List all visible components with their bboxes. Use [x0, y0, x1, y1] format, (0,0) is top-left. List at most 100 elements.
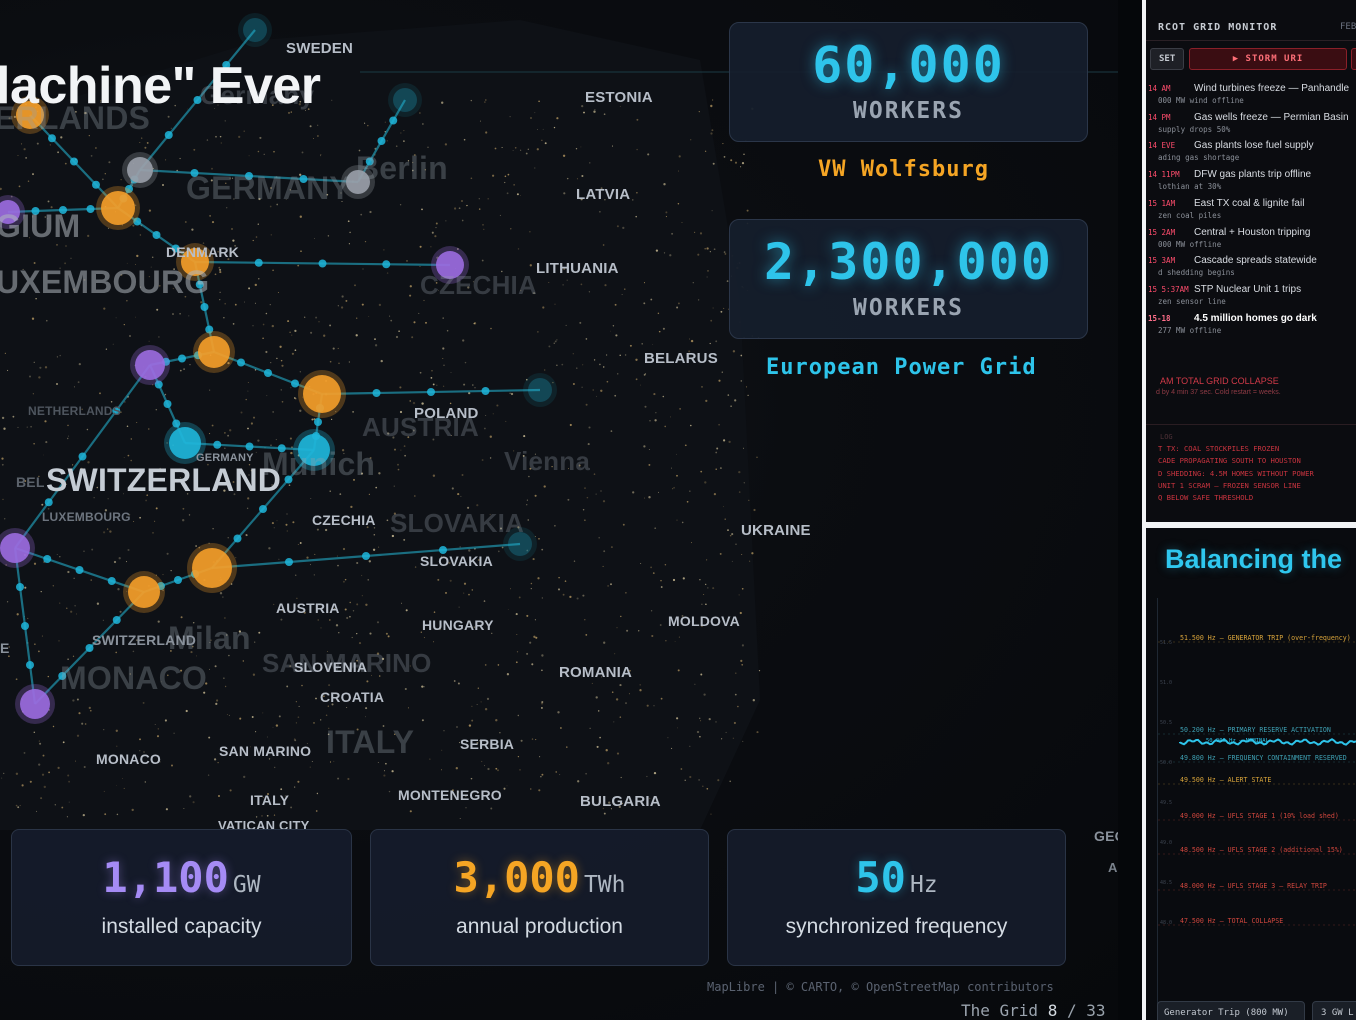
- event-time: 14 PM: [1148, 112, 1171, 122]
- y-tick: 48.0: [1160, 920, 1173, 926]
- map-label-bulgaria: BULGARIA: [580, 793, 661, 810]
- frequency-unit: Hz: [909, 871, 938, 898]
- map-label-a-edge: A: [1108, 860, 1118, 875]
- map-label-denmark: DENMARK: [166, 244, 239, 260]
- production-unit: TWh: [583, 871, 626, 898]
- event-time: 15-18: [1148, 313, 1171, 323]
- map-label-ukraine: UKRAINE: [741, 522, 811, 539]
- map-label-e-edge: E: [0, 640, 10, 656]
- ercot-event-row[interactable]: 15 1AM East TX coal & lignite fail zen coa…: [1146, 198, 1356, 220]
- threshold-label: 48.000 Hz — UFLS STAGE 3 — RELAY TRIP: [1180, 882, 1327, 890]
- map-label-belgium-ghost: GIUM: [0, 208, 81, 244]
- ercot-event-row[interactable]: 15-18 4.5 million homes go dark 277 MW off…: [1146, 313, 1356, 335]
- event-text: Gas plants lose fuel supply: [1194, 140, 1314, 152]
- map-label-monaco-ghost: MONACO: [60, 660, 207, 696]
- map-label-netherlands-small: NETHERLANDS: [28, 404, 121, 418]
- map-label-berlin-ghost: Berlin: [356, 150, 448, 186]
- y-tick: 50.0: [1160, 760, 1173, 766]
- event-time: 14 11PM: [1148, 170, 1180, 180]
- production-card: 3,000 TWh annual production: [370, 829, 709, 966]
- pager-current: 8: [1047, 1001, 1058, 1020]
- european-grid-label: European Power Grid: [766, 355, 1037, 380]
- event-time: 14 AM: [1148, 84, 1171, 93]
- map-label-czechia-ghost: CZECHIA: [420, 270, 537, 300]
- event-text: East TX coal & lignite fail: [1194, 197, 1305, 209]
- map-label-geo-edge: GEO: [1094, 828, 1118, 844]
- pager-name: The Grid: [961, 1001, 1039, 1020]
- map-label-lithuania: LITHUANIA: [536, 260, 619, 277]
- map-label-monaco: MONACO: [96, 751, 161, 767]
- ercot-event-row[interactable]: 14 AM Wind turbines freeze — Panhandle 000…: [1146, 83, 1356, 105]
- map-label-italy-ghost: ITALY: [326, 724, 415, 760]
- reset-button[interactable]: SET: [1150, 48, 1184, 70]
- y-tick: 50.5: [1160, 720, 1173, 726]
- map-attribution[interactable]: MapLibre | © CARTO, © OpenStreetMap cont…: [707, 980, 1054, 994]
- vw-wolfsburg-label: VW Wolfsburg: [818, 157, 989, 182]
- event-text: Gas wells freeze — Permian Basin: [1194, 111, 1349, 123]
- event-subtext: d shedding begins: [1158, 268, 1235, 278]
- event-subtext: lothian at 30%: [1158, 182, 1222, 192]
- gw-loss-button[interactable]: 3 GW L: [1312, 1001, 1356, 1020]
- ercot-event-row[interactable]: 15 2AM Central + Houston tripping 000 MW o…: [1146, 227, 1356, 249]
- pager-total: 33: [1086, 1001, 1106, 1020]
- collapse-title: AM TOTAL GRID COLLAPSE: [1160, 376, 1279, 386]
- map-label-latvia: LATVIA: [576, 186, 631, 203]
- map-label-luxembourg-ghost: UXEMBOURG: [0, 264, 210, 300]
- threshold-label: 48.500 Hz — UFLS STAGE 2 (additional 15%…: [1180, 846, 1343, 854]
- threshold-label: 49.800 Hz — FREQUENCY CONTAINMENT RESERV…: [1180, 754, 1347, 762]
- map-label-moldova: MOLDOVA: [668, 613, 740, 629]
- log-line: T TX: COAL STOCKPILES FROZEN: [1158, 444, 1280, 453]
- ercot-event-row[interactable]: 14 11PM DFW gas plants trip offline lothia…: [1146, 169, 1356, 191]
- map-label-poland: POLAND: [414, 405, 479, 422]
- vw-workers-value: 60,000: [812, 36, 1005, 94]
- event-subtext: zen sensor line: [1158, 296, 1226, 306]
- event-time: 15 2AM: [1148, 227, 1176, 237]
- map-label-romania: ROMANIA: [559, 664, 633, 681]
- storm-uri-button[interactable]: ▶ STORM URI: [1189, 48, 1347, 70]
- event-text: 4.5 million homes go dark: [1194, 312, 1317, 324]
- event-time: 15 5:37AM: [1148, 284, 1189, 294]
- log-label: LOG: [1160, 433, 1173, 441]
- map-label-germany-ghost: GERMANY: [186, 170, 351, 206]
- map-label-serbia: SERBIA: [460, 736, 515, 752]
- grid-workers-value: 2,300,000: [764, 233, 1053, 291]
- threshold-label: 47.500 Hz — TOTAL COLLAPSE: [1180, 917, 1284, 925]
- vw-workers-unit: WORKERS: [853, 98, 964, 124]
- log-line: Q BELOW SAFE THRESHOLD: [1158, 493, 1254, 503]
- event-text: DFW gas plants trip offline: [1194, 169, 1312, 181]
- event-time: 15 1AM: [1148, 198, 1176, 208]
- frequency-card: 50 Hz synchronized frequency: [727, 829, 1066, 966]
- event-text: Wind turbines freeze — Panhandle: [1194, 83, 1350, 94]
- ercot-separator: [1146, 40, 1356, 41]
- event-text: Cascade spreads statewide: [1194, 255, 1317, 267]
- frequency-label: synchronized frequency: [785, 914, 1008, 938]
- generator-trip-button[interactable]: Generator Trip (800 MW): [1157, 1001, 1305, 1020]
- ercot-monitor-panel: RCOT GRID MONITOR FEB SET ▶ STORM URI 14…: [1146, 0, 1356, 522]
- log-line: UNIT 1 SCRAM — FROZEN SENSOR LINE: [1158, 480, 1301, 490]
- ercot-event-row[interactable]: 15 3AM Cascade spreads statewide d sheddin…: [1146, 255, 1356, 277]
- y-tick: 48.5: [1160, 880, 1173, 886]
- chart-frame: [1157, 598, 1356, 1008]
- map-label-slovenia: SLOVENIA: [294, 659, 368, 675]
- map-label-vienna-ghost: Vienna: [504, 446, 590, 476]
- grid-workers-card: 2,300,000 WORKERS: [729, 219, 1088, 339]
- threshold-label: 50.200 Hz — PRIMARY RESERVE ACTIVATION: [1180, 726, 1331, 734]
- slide-title-fragment: lachine" Ever: [0, 57, 321, 115]
- map-label-switzerland-big: SWITZERLAND: [46, 462, 282, 498]
- production-label: annual production: [456, 914, 623, 938]
- capacity-unit: GW: [232, 871, 261, 898]
- map-label-montenegro: MONTENEGRO: [398, 787, 502, 803]
- event-subtext: 277 MW offline: [1158, 325, 1222, 335]
- grid-map[interactable]: ERLANDS GERMANY Berlin GIUM UXEMBOURG CZ…: [0, 0, 1118, 1020]
- collapse-subtitle: d by 4 min 37 sec. Cold restart = weeks.: [1156, 389, 1281, 396]
- balancing-panel: Balancing the 51.500 Hz — GENERATOR TRIP…: [1146, 528, 1356, 1020]
- next-button-edge[interactable]: [1351, 48, 1356, 70]
- y-tick: 49.5: [1160, 800, 1173, 806]
- ercot-event-row[interactable]: 14 PM Gas wells freeze — Permian Basin sup…: [1146, 112, 1356, 134]
- ercot-event-row[interactable]: 14 EVE Gas plants lose fuel supply ading g…: [1146, 140, 1356, 162]
- event-subtext: 000 MW offline: [1158, 239, 1222, 249]
- map-label-croatia: CROATIA: [320, 689, 385, 705]
- event-text: Central + Houston tripping: [1194, 226, 1311, 238]
- ercot-date: FEB: [1340, 22, 1356, 32]
- ercot-event-row[interactable]: 15 5:37AM STP Nuclear Unit 1 trips zen sen…: [1146, 284, 1356, 306]
